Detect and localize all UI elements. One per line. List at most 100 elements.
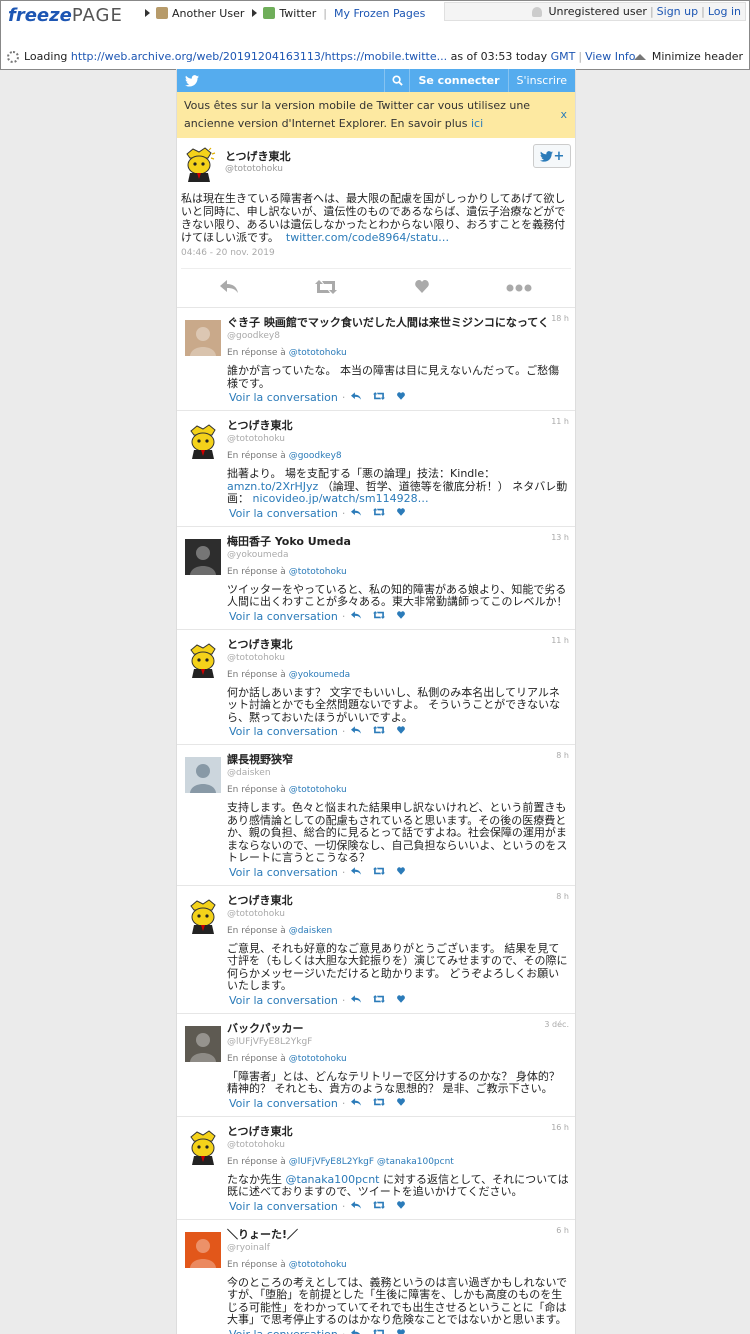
reply-author-name[interactable]: とつげき東北 — [227, 892, 293, 908]
in-reply-to: En réponse à @tototohoku — [227, 1053, 347, 1064]
retweet-icon[interactable] — [373, 866, 386, 878]
like-icon[interactable] — [397, 994, 406, 1006]
view-conversation-link[interactable]: Voir la conversation — [229, 391, 338, 404]
reply-icon[interactable] — [351, 866, 362, 878]
like-icon[interactable] — [397, 610, 406, 622]
reply-tweet[interactable]: とつげき東北 11 h @tototohoku En réponse à @yokou… — [177, 628, 575, 745]
login-button[interactable]: Se connecter — [409, 69, 507, 92]
reply-author-name[interactable]: 梅田香子 Yoko Umeda — [227, 533, 351, 549]
close-notice-button[interactable]: x — [560, 106, 567, 124]
reply-link[interactable]: @tanaka100pcnt — [286, 1173, 380, 1186]
retweet-icon[interactable] — [373, 1200, 386, 1212]
avatar[interactable] — [185, 1025, 221, 1062]
archived-url-link[interactable]: http://web.archive.org/web/2019120416311… — [71, 50, 447, 63]
reply-author-name[interactable]: ぐき子 映画館でマック食いだした人間は来世ミジンコになってくれ — [227, 314, 547, 330]
in-reply-to-link[interactable]: @goodkey8 — [289, 451, 342, 461]
twitter-bird-icon[interactable] — [185, 72, 203, 90]
follow-button[interactable]: + — [533, 144, 571, 168]
search-icon[interactable] — [384, 69, 409, 92]
retweet-icon[interactable] — [373, 392, 386, 403]
retweet-icon[interactable] — [373, 1097, 386, 1109]
reply-icon[interactable] — [351, 507, 362, 519]
like-icon[interactable] — [414, 280, 429, 296]
reply-author-name[interactable]: バックパッカー — [227, 1020, 303, 1036]
reply-tweet[interactable]: とつげき東北 16 h @tototohoku En réponse à @lUFjV… — [177, 1115, 575, 1219]
avatar[interactable] — [185, 423, 221, 459]
in-reply-to-link[interactable]: @tototohoku — [289, 1054, 347, 1064]
reply-link[interactable]: nicovideo.jp/watch/sm114928… — [253, 492, 429, 505]
reply-tweet[interactable]: とつげき東北 8 h @tototohoku En réponse à @daiske… — [177, 884, 575, 1013]
like-icon[interactable] — [397, 726, 406, 737]
reply-author-name[interactable]: 課長視野狭窄 — [227, 751, 293, 767]
reply-icon[interactable] — [351, 1328, 361, 1334]
retweet-icon[interactable] — [373, 994, 386, 1006]
reply-timestamp: 11 h — [551, 635, 569, 645]
view-conversation-link[interactable]: Voir la conversation — [229, 725, 338, 738]
reply-author-name[interactable]: ＼りょーた!／ — [227, 1226, 298, 1242]
reply-footer: Voir la conversation · — [227, 866, 569, 879]
log-in-link[interactable]: Log in — [708, 5, 741, 18]
reply-icon[interactable] — [351, 610, 362, 622]
more-icon[interactable] — [506, 282, 532, 295]
in-reply-to-link[interactable]: @daisken — [289, 926, 333, 936]
sign-up-link[interactable]: Sign up — [657, 5, 698, 18]
reply-icon[interactable] — [351, 1200, 362, 1212]
in-reply-to-link[interactable]: @yokoumeda — [289, 670, 350, 680]
minimize-header-button[interactable]: Minimize header — [633, 50, 743, 63]
retweet-icon[interactable] — [315, 279, 338, 297]
reply-tweet[interactable]: ぐき子 映画館でマック食いだした人間は来世ミジンコになってくれ 18 h @good… — [177, 307, 575, 410]
reply-tweet[interactable]: 課長視野狭窄 8 h @daisken En réponse à @tototohok… — [177, 744, 575, 885]
like-icon[interactable] — [397, 866, 406, 878]
reply-icon[interactable] — [219, 280, 238, 296]
avatar[interactable] — [181, 146, 217, 182]
view-conversation-link[interactable]: Voir la conversation — [229, 994, 338, 1007]
retweet-icon[interactable] — [373, 1328, 385, 1334]
in-reply-to-link[interactable]: @tototohoku — [289, 785, 347, 795]
view-conversation-link[interactable]: Voir la conversation — [229, 1200, 338, 1213]
view-conversation-link[interactable]: Voir la conversation — [229, 866, 338, 879]
view-info-link[interactable]: View Info — [585, 50, 635, 63]
view-conversation-link[interactable]: Voir la conversation — [229, 1328, 338, 1334]
main-tweet-link[interactable]: twitter.com/code8964/statu… — [286, 231, 449, 244]
like-icon[interactable] — [397, 1328, 406, 1334]
reply-author-name[interactable]: とつげき東北 — [227, 417, 293, 433]
reply-tweet[interactable]: バックパッカー 3 déc. @lUFjVFyE8L2YkgF En réponse … — [177, 1012, 575, 1116]
gmt-link[interactable]: GMT — [551, 50, 576, 63]
reply-tweet[interactable]: ＼りょーた!／ 6 h @ryoinalf En réponse à @tototoh… — [177, 1218, 575, 1334]
reply-icon[interactable] — [351, 1097, 362, 1109]
view-conversation-link[interactable]: Voir la conversation — [229, 610, 338, 623]
reply-author-name[interactable]: とつげき東北 — [227, 1123, 293, 1139]
view-conversation-link[interactable]: Voir la conversation — [229, 507, 338, 520]
retweet-icon[interactable] — [373, 726, 386, 737]
like-icon[interactable] — [397, 392, 406, 403]
like-icon[interactable] — [397, 1200, 406, 1212]
avatar[interactable] — [185, 1128, 221, 1165]
learn-more-link[interactable]: ici — [471, 117, 483, 130]
reply-icon[interactable] — [351, 726, 362, 737]
in-reply-to-link[interactable]: @tototohoku — [289, 348, 347, 358]
avatar[interactable] — [185, 757, 221, 793]
reply-tweet[interactable]: とつげき東北 11 h @tototohoku En réponse à @goodk… — [177, 410, 575, 526]
avatar[interactable] — [185, 641, 221, 678]
view-conversation-link[interactable]: Voir la conversation — [229, 1097, 338, 1110]
like-icon[interactable] — [397, 507, 406, 519]
avatar[interactable] — [185, 1231, 221, 1268]
avatar[interactable] — [185, 538, 221, 575]
my-frozen-pages-link[interactable]: My Frozen Pages — [334, 7, 425, 20]
like-icon[interactable] — [397, 1097, 406, 1109]
in-reply-to-link[interactable]: @tototohoku — [289, 567, 347, 577]
reply-icon[interactable] — [351, 994, 362, 1006]
reply-author-name[interactable]: とつげき東北 — [227, 636, 293, 652]
reply-link[interactable]: amzn.to/2XrHJyz — [227, 480, 318, 493]
in-reply-to-link[interactable]: @lUFjVFyE8L2YkgF @tanaka100pcnt — [289, 1157, 454, 1167]
retweet-icon[interactable] — [373, 610, 386, 622]
in-reply-to-link[interactable]: @tototohoku — [289, 1260, 347, 1270]
reply-icon[interactable] — [351, 392, 362, 403]
reply-tweet[interactable]: 梅田香子 Yoko Umeda 13 h @yokoumeda En réponse … — [177, 525, 575, 629]
retweet-icon[interactable] — [373, 507, 386, 519]
avatar[interactable] — [185, 897, 221, 934]
avatar[interactable] — [185, 320, 221, 356]
signup-button[interactable]: S'inscrire — [507, 69, 575, 92]
freezepage-logo[interactable]: freezePAGE — [8, 6, 123, 26]
main-tweet-name[interactable]: とつげき東北 — [225, 148, 291, 164]
